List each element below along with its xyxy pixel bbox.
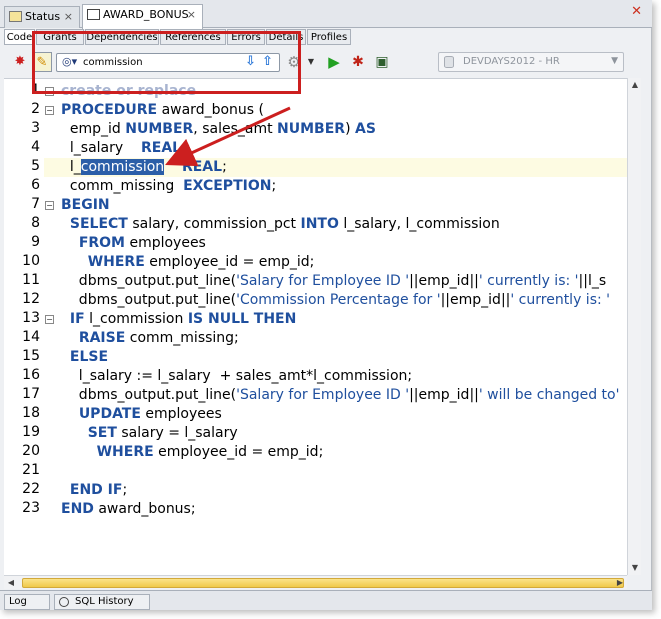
line-number: 4 bbox=[31, 139, 40, 155]
line-number: 12 bbox=[22, 291, 40, 307]
tab-log[interactable]: Log bbox=[4, 594, 50, 610]
code-line[interactable]: END IF; bbox=[61, 481, 127, 500]
scroll-right-icon[interactable]: ▶ bbox=[613, 576, 627, 590]
vertical-scrollbar[interactable]: ▲ ▼ bbox=[627, 78, 641, 575]
horizontal-scrollbar[interactable]: ◀ ▶ bbox=[4, 575, 627, 589]
line-number: 15 bbox=[22, 348, 40, 364]
line-number: 17 bbox=[22, 386, 40, 402]
code-line[interactable]: dbms_output.put_line('Salary for Employe… bbox=[61, 272, 606, 291]
database-icon bbox=[444, 56, 454, 68]
fold-toggle-icon[interactable]: − bbox=[45, 201, 54, 210]
line-number: 13 bbox=[22, 310, 40, 326]
scroll-thumb[interactable] bbox=[22, 578, 624, 588]
code-line[interactable]: RAISE comm_missing; bbox=[61, 329, 239, 348]
line-gutter: 1 2 3 4 5 6 7 8 9 10 11 12 13 14 15 16 17 18 19 20 21 22 23 bbox=[4, 79, 42, 576]
code-line[interactable]: UPDATE employees bbox=[61, 405, 222, 424]
fold-toggle-icon[interactable]: − bbox=[45, 315, 54, 324]
scroll-left-icon[interactable]: ◀ bbox=[4, 576, 18, 590]
pin-icon[interactable]: ✸ bbox=[10, 52, 30, 72]
line-number: 6 bbox=[31, 177, 40, 193]
scroll-up-icon[interactable]: ▲ bbox=[628, 78, 642, 92]
document-tab-bar: Status × AWARD_BONUS × ✕ bbox=[0, 0, 652, 29]
code-line[interactable]: l_salary REAL; bbox=[61, 139, 186, 158]
tab-profiles[interactable]: Profiles bbox=[307, 29, 351, 45]
code-area[interactable]: create or replace PROCEDURE award_bonus (… bbox=[44, 79, 627, 576]
code-line[interactable]: SET salary = l_salary bbox=[61, 424, 238, 443]
code-line[interactable]: PROCEDURE award_bonus ( bbox=[61, 101, 264, 120]
line-number: 10 bbox=[22, 253, 40, 269]
window-close-icon[interactable]: ✕ bbox=[631, 4, 642, 19]
code-line[interactable]: BEGIN bbox=[61, 196, 110, 215]
chevron-down-icon[interactable]: ▼ bbox=[306, 52, 316, 72]
tab-sql-history[interactable]: SQL History bbox=[54, 594, 150, 610]
line-number: 14 bbox=[22, 329, 40, 345]
scroll-down-icon[interactable]: ▼ bbox=[628, 561, 642, 575]
line-number: 19 bbox=[22, 424, 40, 440]
procedure-icon bbox=[87, 9, 100, 20]
tab-status[interactable]: Status × bbox=[4, 6, 80, 28]
line-number: 23 bbox=[22, 500, 40, 516]
code-line[interactable]: l_salary := l_salary + sales_amt*l_commi… bbox=[61, 367, 412, 386]
clock-icon bbox=[59, 597, 69, 607]
code-line[interactable]: dbms_output.put_line('Salary for Employe… bbox=[61, 386, 620, 405]
line-number: 20 bbox=[22, 443, 40, 459]
line-number: 7 bbox=[31, 196, 40, 212]
code-line[interactable]: ELSE bbox=[61, 348, 108, 367]
line-number: 9 bbox=[31, 234, 40, 250]
close-icon[interactable]: × bbox=[187, 5, 196, 25]
line-number: 8 bbox=[31, 215, 40, 231]
bottom-tab-bar: Log SQL History bbox=[0, 590, 652, 610]
tab-award-bonus-label: AWARD_BONUS bbox=[103, 8, 189, 21]
line-number: 11 bbox=[22, 272, 40, 288]
code-line[interactable]: l_commission REAL; bbox=[61, 158, 227, 177]
line-number: 22 bbox=[22, 481, 40, 497]
code-line[interactable]: WHERE employee_id = emp_id; bbox=[61, 443, 324, 462]
line-number: 2 bbox=[31, 101, 40, 117]
code-editor[interactable]: 1 2 3 4 5 6 7 8 9 10 11 12 13 14 15 16 17 18 19 20 21 22 23 cr… bbox=[4, 78, 627, 576]
code-line[interactable]: dbms_output.put_line('Commission Percent… bbox=[61, 291, 610, 310]
close-icon[interactable]: × bbox=[64, 7, 73, 27]
tab-sql-history-label: SQL History bbox=[75, 596, 134, 607]
line-number: 16 bbox=[22, 367, 40, 383]
chevron-down-icon: ▼ bbox=[611, 56, 618, 66]
code-line[interactable]: emp_id NUMBER, sales_amt NUMBER) AS bbox=[61, 120, 376, 139]
compile-icon[interactable]: ▣ bbox=[372, 52, 392, 72]
line-number: 3 bbox=[31, 120, 40, 136]
connection-label: DEVDAYS2012 - HR bbox=[463, 56, 560, 67]
tab-award-bonus[interactable]: AWARD_BONUS × bbox=[82, 4, 203, 29]
tab-status-label: Status bbox=[25, 10, 61, 23]
code-line[interactable]: IF l_commission IS NULL THEN bbox=[61, 310, 296, 329]
code-line[interactable]: END award_bonus; bbox=[61, 500, 196, 519]
connection-select[interactable]: DEVDAYS2012 - HR ▼ bbox=[438, 52, 624, 72]
debug-icon[interactable]: ✱ bbox=[348, 52, 368, 72]
code-line[interactable]: SELECT salary, commission_pct INTO l_sal… bbox=[61, 215, 500, 234]
status-icon bbox=[9, 11, 22, 22]
code-line[interactable]: comm_missing EXCEPTION; bbox=[61, 177, 276, 196]
line-number: 21 bbox=[22, 462, 40, 478]
fold-toggle-icon[interactable]: − bbox=[45, 106, 54, 115]
tab-code[interactable]: Code bbox=[4, 29, 35, 45]
line-number: 5 bbox=[31, 158, 40, 174]
search-highlight-annotation bbox=[32, 31, 301, 94]
code-line[interactable]: WHERE employee_id = emp_id; bbox=[61, 253, 315, 272]
run-icon[interactable]: ▶ bbox=[324, 52, 344, 72]
line-number: 18 bbox=[22, 405, 40, 421]
code-line[interactable]: FROM employees bbox=[61, 234, 206, 253]
